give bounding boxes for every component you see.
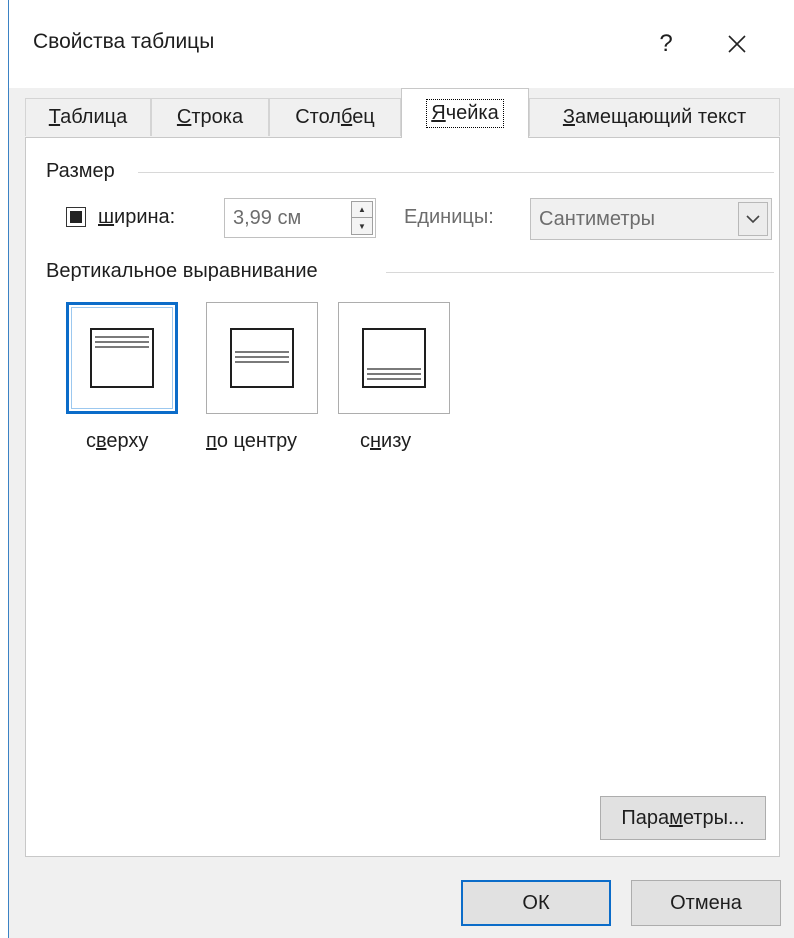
help-label: ?: [659, 30, 673, 57]
align-center-button[interactable]: [206, 302, 318, 414]
align-top-label[interactable]: сверху: [86, 430, 148, 453]
help-button[interactable]: ?: [646, 24, 686, 64]
tab-row[interactable]: Строка: [151, 98, 269, 136]
size-group-divider: [138, 172, 774, 173]
spin-up-icon[interactable]: ▲: [352, 202, 372, 218]
units-value: Сантиметры: [539, 208, 656, 230]
width-spin-buttons: ▲ ▼: [351, 201, 373, 235]
align-top-button[interactable]: [66, 302, 178, 414]
tab-cell-label: Ячейка: [426, 99, 504, 128]
align-bottom-label[interactable]: снизу: [360, 430, 411, 453]
spin-down-icon[interactable]: ▼: [352, 218, 372, 234]
close-icon: [728, 35, 746, 53]
width-checkbox-mark: [70, 211, 82, 223]
chevron-down-glyph: [746, 215, 760, 224]
ok-button[interactable]: ОК: [461, 880, 611, 926]
valign-group-divider: [386, 272, 774, 273]
options-button-label: Параметры...: [621, 806, 745, 829]
units-dropdown[interactable]: Сантиметры: [530, 198, 772, 240]
align-center-icon: [230, 328, 294, 388]
cancel-button[interactable]: Отмена: [631, 880, 781, 926]
table-properties-dialog: Свойства таблицы ? Таблица Строка Столбе…: [8, 0, 794, 938]
tab-alt-text-label: Замещающий текст: [562, 106, 747, 128]
width-value: 3,99 см: [233, 207, 302, 229]
align-top-icon: [90, 328, 154, 388]
dialog-title: Свойства таблицы: [33, 30, 215, 53]
options-button[interactable]: Параметры...: [600, 796, 766, 840]
units-label: Единицы:: [404, 206, 494, 228]
tab-column-label: Столбец: [295, 106, 375, 128]
chevron-down-icon[interactable]: [738, 202, 768, 236]
cell-tab-panel: Размер ширина: 3,99 см ▲ ▼ Единицы: Сант…: [25, 137, 780, 857]
tab-table[interactable]: Таблица: [25, 98, 151, 136]
tab-strip: Таблица Строка Столбец Ячейка Замещающий…: [9, 88, 794, 138]
tab-cell[interactable]: Ячейка: [401, 88, 529, 138]
align-bottom-button[interactable]: [338, 302, 450, 414]
align-center-label[interactable]: по центру: [206, 430, 297, 453]
align-bottom-icon: [362, 328, 426, 388]
title-bar: Свойства таблицы ?: [9, 0, 794, 88]
tab-column[interactable]: Столбец: [269, 98, 401, 136]
width-checkbox[interactable]: [66, 207, 86, 227]
valign-group-title: Вертикальное выравнивание: [46, 260, 328, 283]
width-spinbox[interactable]: 3,99 см ▲ ▼: [224, 198, 376, 238]
width-label: ширина:: [98, 206, 176, 228]
tab-table-label: Таблица: [48, 106, 128, 128]
size-group-title: Размер: [46, 160, 125, 183]
tab-alt-text[interactable]: Замещающий текст: [529, 98, 780, 136]
tab-row-label: Строка: [176, 106, 244, 128]
close-button[interactable]: [712, 22, 762, 66]
